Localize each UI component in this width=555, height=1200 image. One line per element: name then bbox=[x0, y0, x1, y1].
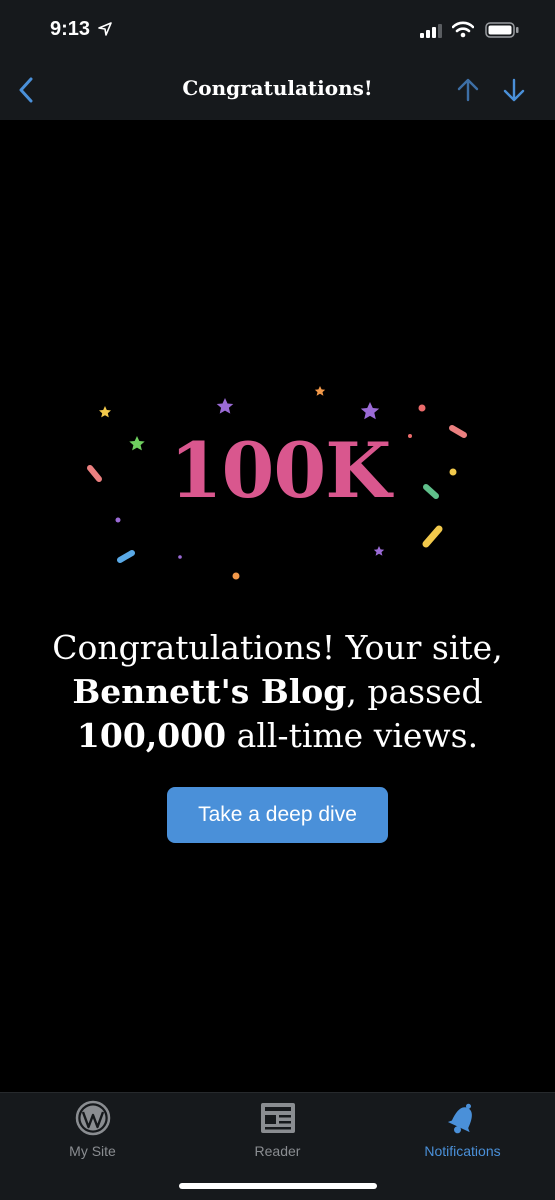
tab-notifications[interactable]: Notifications bbox=[370, 1101, 555, 1171]
status-bar: 9:13 bbox=[0, 0, 555, 60]
arrow-up-icon bbox=[457, 78, 479, 102]
message-text: Congratulations! Your site, bbox=[52, 628, 503, 667]
views-count: 100,000 bbox=[76, 716, 227, 755]
congratulations-message: Congratulations! Your site, Bennett's Bl… bbox=[30, 626, 525, 758]
wordpress-icon bbox=[75, 1100, 111, 1136]
reader-icon bbox=[260, 1101, 296, 1135]
message-text: all-time views. bbox=[226, 716, 479, 755]
nav-bar: Congratulations! bbox=[0, 60, 555, 120]
tab-my-site[interactable]: My Site bbox=[0, 1100, 185, 1171]
tab-reader[interactable]: Reader bbox=[185, 1101, 370, 1171]
tab-label: Notifications bbox=[424, 1143, 501, 1159]
previous-notification-button[interactable] bbox=[452, 74, 484, 106]
status-time: 9:13 bbox=[50, 18, 91, 40]
location-arrow-icon bbox=[98, 22, 112, 41]
tab-label: Reader bbox=[254, 1143, 301, 1159]
tab-label: My Site bbox=[69, 1143, 116, 1159]
message-text: , passed bbox=[346, 672, 483, 711]
bell-icon bbox=[445, 1101, 481, 1135]
deep-dive-button[interactable]: Take a deep dive bbox=[167, 787, 388, 843]
wifi-icon bbox=[451, 21, 475, 43]
home-indicator[interactable] bbox=[179, 1183, 377, 1189]
milestone-badge: 100K bbox=[169, 426, 392, 515]
battery-icon bbox=[485, 22, 519, 43]
next-notification-button[interactable] bbox=[498, 74, 530, 106]
cell-signal-icon bbox=[420, 24, 442, 43]
site-name: Bennett's Blog bbox=[72, 672, 347, 711]
milestone-illustration: 100K bbox=[80, 378, 480, 588]
arrow-down-icon bbox=[503, 78, 525, 102]
